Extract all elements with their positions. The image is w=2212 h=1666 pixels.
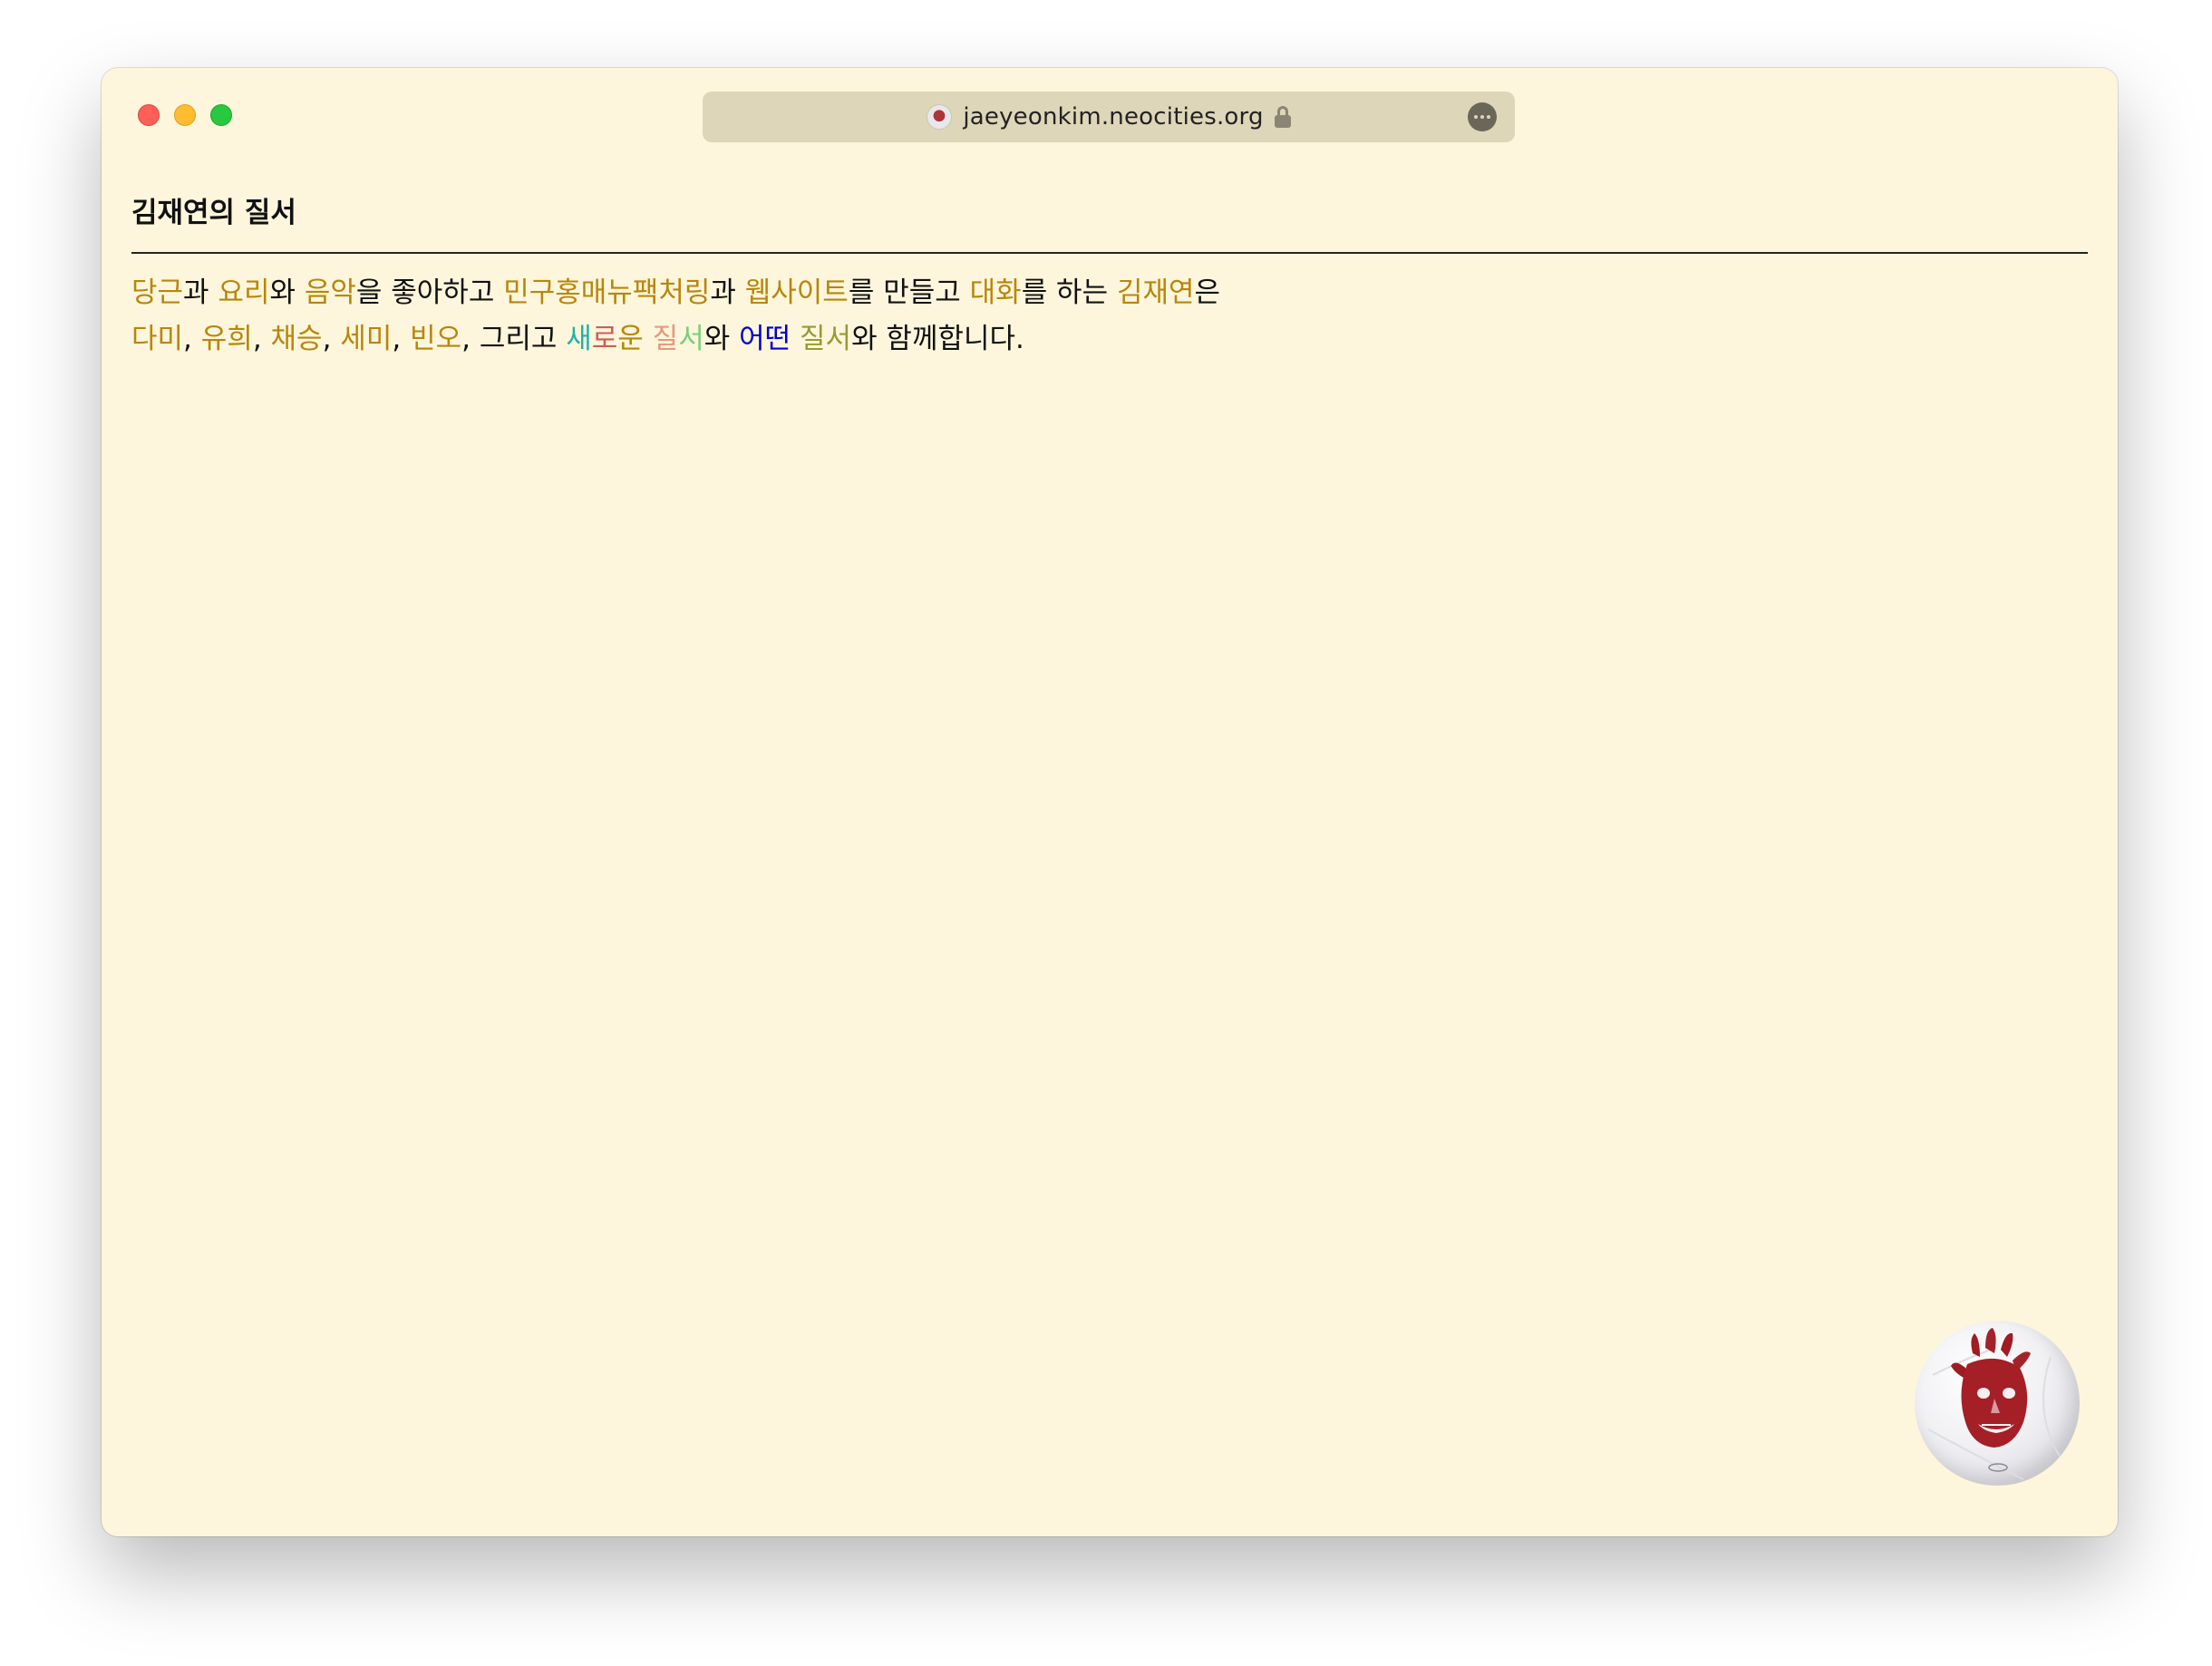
word-un-link[interactable]: 운 (617, 323, 652, 355)
name-semi-link[interactable]: 세미 (340, 323, 392, 355)
url-text[interactable]: jaeyeonkim.neocities.org (963, 103, 1263, 131)
volleyball-wilson-image[interactable] (1915, 1321, 2080, 1486)
text-fragment: 를 하는 (1021, 276, 1117, 309)
word-yori-link[interactable]: 요리 (218, 276, 269, 309)
word-sae-link[interactable]: 새 (566, 323, 592, 355)
address-bar[interactable]: jaeyeonkim.neocities.org (703, 92, 1515, 142)
word-jil-link[interactable]: 질 (653, 323, 679, 355)
intro-line-2: 다미, 유희, 채승, 세미, 빈오, 그리고 새로운 질서와 어떤 질서와 함… (131, 316, 2088, 363)
name-chaeseung-link[interactable]: 채승 (271, 323, 323, 355)
site-favicon-icon (927, 104, 953, 130)
name-bino-link[interactable]: 빈오 (410, 323, 461, 355)
text-fragment: 와 (703, 323, 740, 355)
word-kimjaeyeon-link[interactable]: 김재연 (1117, 276, 1195, 309)
text-fragment (791, 323, 800, 355)
more-options-icon[interactable] (1468, 102, 1497, 131)
text-fragment: , (322, 323, 341, 355)
word-daehwa-link[interactable]: 대화 (970, 276, 1022, 309)
text-fragment: 은 (1194, 276, 1221, 309)
lock-icon (1274, 106, 1291, 128)
intro-line-1: 당근과 요리와 음악을 좋아하고 민구홍매뉴팩처링과 웹사이트를 만들고 대화를… (131, 270, 2088, 316)
text-fragment: , (392, 323, 411, 355)
intro-paragraph: 당근과 요리와 음악을 좋아하고 민구홍매뉴팩처링과 웹사이트를 만들고 대화를… (131, 270, 2088, 363)
word-eotteon-link[interactable]: 어떤 (739, 323, 791, 355)
name-dami-link[interactable]: 다미 (131, 323, 183, 355)
page-title: 김재연의 질서 (131, 177, 2088, 254)
close-window-button[interactable] (138, 104, 160, 126)
text-fragment: 와 (269, 276, 305, 309)
word-ro-link[interactable]: 로 (592, 323, 618, 355)
word-eumak-link[interactable]: 음악 (305, 276, 356, 309)
volleyball-face-icon (1927, 1328, 2061, 1480)
text-fragment: 과 (183, 276, 218, 309)
name-yuhui-link[interactable]: 유희 (201, 323, 253, 355)
text-fragment: , (252, 323, 271, 355)
text-fragment: 과 (710, 276, 745, 309)
text-fragment: 을 좋아하고 (355, 276, 504, 309)
word-dangeun-link[interactable]: 당근 (131, 276, 183, 309)
browser-window: jaeyeonkim.neocities.org 김재연의 질서 당근과 요리와… (102, 68, 2118, 1536)
page-content: 김재연의 질서 당근과 요리와 음악을 좋아하고 민구홍매뉴팩처링과 웹사이트를… (131, 177, 2088, 363)
zoom-window-button[interactable] (210, 104, 232, 126)
minimize-window-button[interactable] (174, 104, 196, 126)
text-fragment: , (183, 323, 201, 355)
word-mingu-link[interactable]: 민구홍매뉴팩처링 (503, 276, 710, 309)
word-website-link[interactable]: 웹사이트 (745, 276, 849, 309)
text-fragment: 를 만들고 (848, 276, 970, 309)
word-jilseo-link[interactable]: 질서 (800, 323, 851, 355)
text-fragment: 와 함께합니다. (851, 323, 1024, 355)
word-seo-link[interactable]: 서 (678, 323, 704, 355)
window-controls (138, 104, 232, 126)
text-fragment: , 그리고 (461, 323, 567, 355)
